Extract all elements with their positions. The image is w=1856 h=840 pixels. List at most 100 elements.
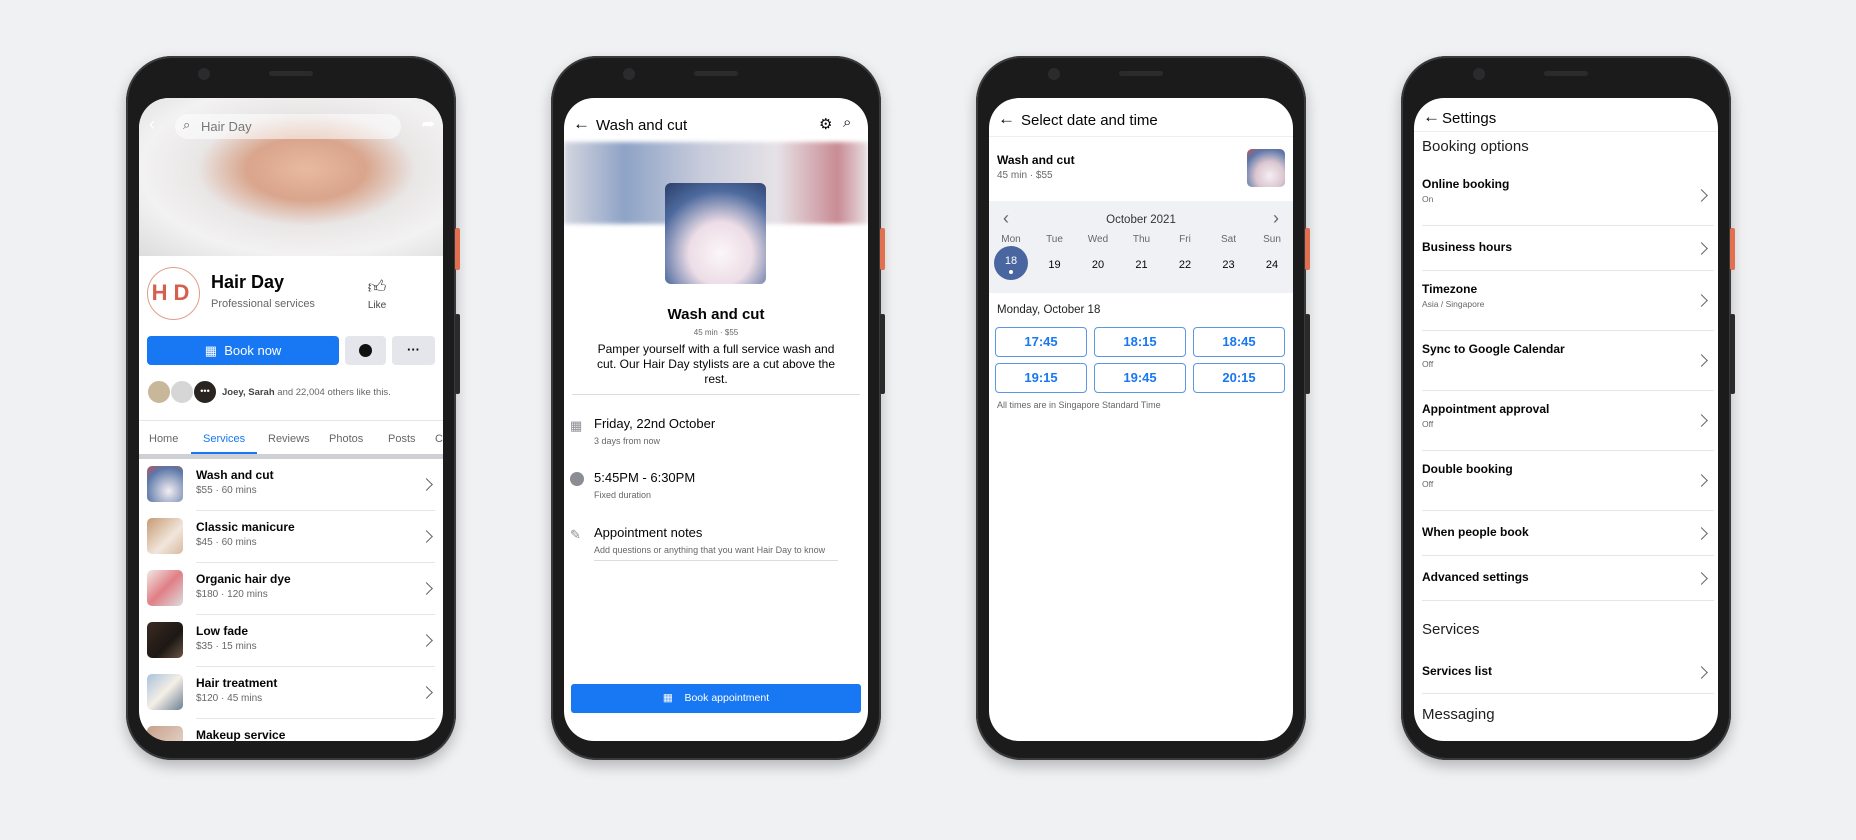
day-name: Thu [1132,234,1151,245]
phone-settings: ← Settings Booking options Online bookin… [1401,56,1735,760]
date-number: 23 [1222,259,1235,271]
time-row[interactable]: 5:45PM - 6:30PM Fixed duration [570,470,695,500]
time-slot-button[interactable]: 19:15 [995,363,1087,393]
chevron-right-icon [1695,354,1708,367]
messenger-button[interactable] [345,336,386,365]
service-item[interactable]: Makeup service [139,719,443,741]
settings-row[interactable]: Timezone Asia / Singapore [1414,271,1718,331]
next-month-icon[interactable]: › [1273,208,1279,229]
tab-reviews[interactable]: Reviews [268,433,310,445]
book-now-label: Book now [224,343,282,358]
time-slot-button[interactable]: 18:15 [1094,327,1186,357]
divider [572,394,860,395]
date-cell[interactable]: 22 [1165,259,1205,271]
settings-row[interactable]: Sync to Google Calendar Off [1414,331,1718,391]
chevron-right-icon [420,738,433,741]
date-number: 22 [1178,259,1192,271]
service-thumbnail [147,726,183,741]
tab-posts[interactable]: Posts [388,433,416,445]
page-category: Professional services [211,298,315,310]
camera [1048,68,1060,80]
row-label: Double booking [1422,462,1513,476]
date-selected[interactable]: 18 [994,246,1028,280]
service-thumbnail [147,622,183,658]
tab-services[interactable]: Services [203,433,245,445]
date-cell[interactable]: 21 [1122,259,1162,271]
settings-row[interactable]: Business hours [1414,226,1718,271]
date-row[interactable]: ▦ Friday, 22nd October 3 days from now [570,416,715,446]
service-item[interactable]: Classic manicure $45 · 60 mins [139,511,443,563]
search-icon: ⌕ [183,117,191,132]
month-label: October 2021 [1106,214,1176,226]
settings-row[interactable]: Online booking On [1414,166,1718,226]
like-button[interactable]: 👍︎ Like [359,276,395,311]
back-arrow-icon[interactable]: ← [1423,107,1440,127]
header-title: Wash and cut [596,117,688,134]
tab-more[interactable]: C [435,433,443,445]
header-title: Settings [1442,110,1497,127]
camera [198,68,210,80]
phone-datetime: ← Select date and time Wash and cut 45 m… [976,56,1310,760]
settings-row[interactable]: Appointment approval Off [1414,391,1718,451]
service-item[interactable]: Low fade $35 · 15 mins [139,615,443,667]
chevron-right-icon [1695,294,1708,307]
service-meta: $120 · 45 mins [196,693,263,704]
likers-text: Joey, Sarah and 22,004 others like this. [222,387,391,398]
book-now-button[interactable]: ▦ Book now [147,336,339,365]
clock-icon [570,472,584,486]
gear-icon[interactable]: ⚙ [819,115,832,133]
chevron-right-icon [420,582,433,595]
like-label: Like [367,300,387,311]
settings-row-services-list[interactable]: Services list [1414,651,1718,694]
service-name: Makeup service [196,728,286,741]
row-value: Asia / Singapore [1422,299,1485,309]
service-item[interactable]: Wash and cut $55 · 60 mins [139,459,443,511]
day-name: Wed [1087,234,1109,245]
calendar: ‹ October 2021 › Mon 18 Tue 19 Wed 20 Thu 21 Fri… [989,201,1293,293]
time-slot-button[interactable]: 20:15 [1193,363,1285,393]
settings-row[interactable]: Double booking Off [1414,451,1718,511]
date-cell[interactable]: 19 [1035,259,1075,271]
date-number: 20 [1091,259,1105,271]
service-name: Wash and cut [997,153,1075,167]
power-button [1305,228,1310,270]
time-slot-button[interactable]: 17:45 [995,327,1087,357]
chevron-right-icon [1695,241,1708,255]
service-thumbnail [147,518,183,554]
date-number: 19 [1048,259,1061,271]
settings-row[interactable]: Advanced settings [1414,556,1718,601]
date-cell[interactable]: 20 [1078,259,1118,271]
profile-screen: ‹ ⌕ Hair Day ➦ HD Hair Day Professional … [139,98,443,741]
row-label: Sync to Google Calendar [1422,342,1565,356]
more-button[interactable]: ··· [392,336,435,365]
tab-photos[interactable]: Photos [329,433,363,445]
service-item[interactable]: Hair treatment $120 · 45 mins [139,667,443,719]
service-item[interactable]: Organic hair dye $180 · 120 mins [139,563,443,615]
notes-field[interactable]: ✎ Appointment notes Add questions or any… [570,525,838,561]
date-cell[interactable]: 24 [1252,259,1292,271]
share-icon[interactable]: ➦ [422,114,435,134]
row-label: Business hours [1422,240,1513,254]
search-input[interactable]: ⌕ Hair Day [175,114,401,139]
service-description: Pamper yourself with a full service wash… [596,342,836,386]
camera [1473,68,1485,80]
settings-row[interactable]: When people book [1414,511,1718,556]
search-value: Hair Day [201,119,252,134]
back-arrow-icon[interactable]: ← [573,114,590,134]
date-sub: 3 days from now [594,436,661,446]
back-icon[interactable]: ‹ [149,114,155,135]
back-arrow-icon[interactable]: ← [998,109,1015,129]
search-icon[interactable]: ⌕ [843,114,851,131]
time-slot-button[interactable]: 18:45 [1193,327,1285,357]
divider [1414,131,1718,132]
date-cell[interactable]: 23 [1209,259,1249,271]
day-name: Fri [1179,234,1191,245]
chevron-right-icon [420,478,433,491]
pencil-icon: ✎ [570,527,581,542]
time-slot-button[interactable]: 19:45 [1094,363,1186,393]
service-title: Wash and cut [667,306,765,323]
book-appointment-button[interactable]: ▦ Book appointment [571,684,861,713]
tab-home[interactable]: Home [149,433,178,445]
service-screen: ← Wash and cut ⚙ ⌕ Wash and cut 45 min ·… [564,98,868,741]
day-name: Sat [1220,234,1236,245]
